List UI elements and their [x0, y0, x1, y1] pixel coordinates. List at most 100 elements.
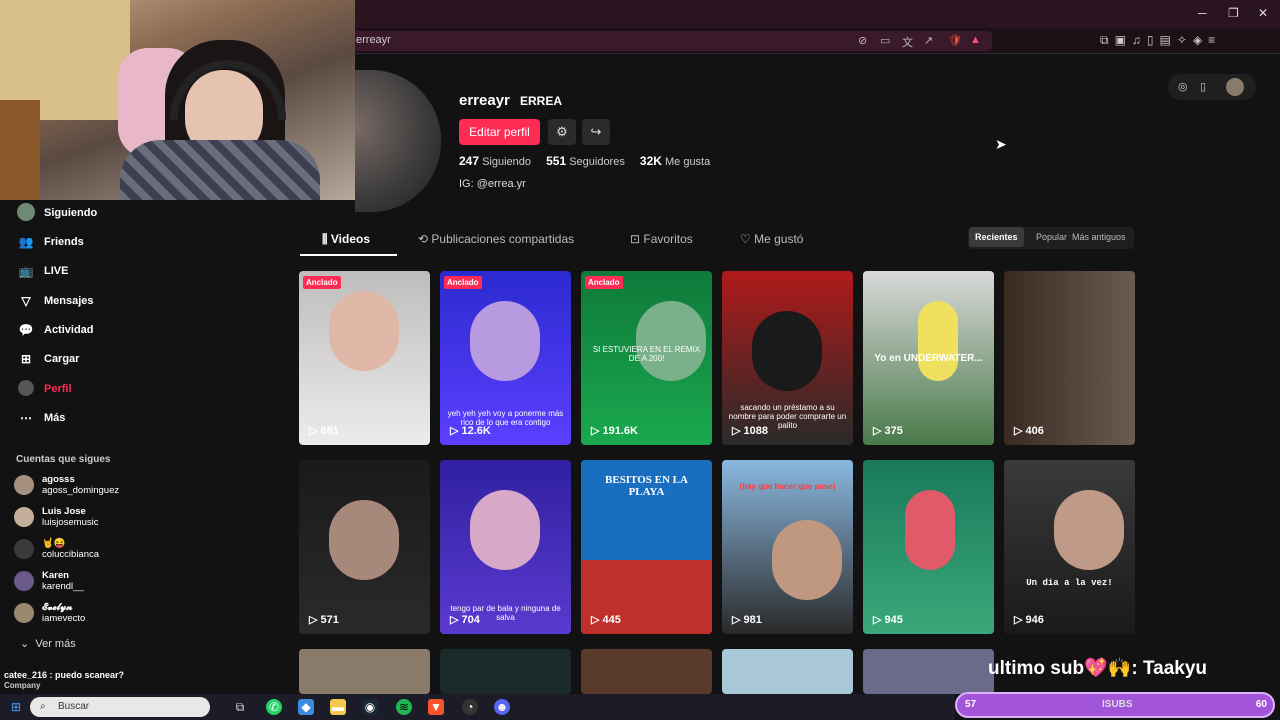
- last-sub-overlay: ultimo sub💖🙌: Taakyu: [988, 658, 1208, 679]
- video-tile[interactable]: ▷ 571: [299, 460, 430, 634]
- heart-outline-icon: ♡: [740, 232, 751, 246]
- video-tile[interactable]: [581, 649, 712, 694]
- followers-label[interactable]: Seguidores: [569, 156, 625, 168]
- tab-favorites[interactable]: ⊡ Favoritos: [630, 232, 693, 246]
- video-tile[interactable]: Anclado ▷ 681: [299, 271, 430, 445]
- video-tile[interactable]: Anclado SI ESTUVIERA EN EL REMIX DE A 20…: [581, 271, 712, 445]
- tab-liked[interactable]: ♡ Me gustó: [740, 232, 803, 246]
- wallet-icon[interactable]: ▤: [1160, 33, 1171, 48]
- sub-goal-label: ISUBS: [1102, 699, 1133, 710]
- user-avatar[interactable]: [1226, 78, 1244, 96]
- account-item[interactable]: agosss agoss_dominguez: [14, 472, 119, 498]
- tab-reposts[interactable]: ⟲ Publicaciones compartidas: [418, 232, 574, 246]
- video-tile[interactable]: [440, 649, 571, 694]
- sidebar-item-profile[interactable]: Perfil: [16, 378, 72, 400]
- video-caption: (hay que hacer que pase): [739, 482, 836, 491]
- file-explorer-icon[interactable]: ▬: [330, 699, 346, 715]
- sidebar-item-live[interactable]: 📺 LIVE: [16, 260, 69, 282]
- video-tile[interactable]: [299, 649, 430, 694]
- sidebar-item-friends[interactable]: 👥 Friends: [16, 231, 84, 253]
- compass-icon[interactable]: ◎: [1178, 80, 1188, 93]
- messages-icon: ▽: [21, 294, 31, 308]
- url-field[interactable]: erreayr ⊘ ▭ 文 ↗ 🛡 ▲: [340, 31, 992, 51]
- following-label[interactable]: Siguiendo: [482, 156, 531, 168]
- sort-recent-button[interactable]: Recientes: [969, 227, 1024, 247]
- account-handle: iamevecto: [42, 613, 86, 624]
- translate-icon[interactable]: 文: [902, 34, 913, 50]
- account-handle: karendl__: [42, 581, 84, 592]
- play-count: ▷ 946: [1014, 614, 1044, 626]
- video-tile[interactable]: BESITOS EN LA PLAYA ▷ 445: [581, 460, 712, 634]
- vpn-icon[interactable]: ◈: [1193, 33, 1202, 48]
- share-icon[interactable]: ↗: [924, 34, 933, 47]
- menu-icon[interactable]: ≡: [1208, 33, 1215, 48]
- video-tile[interactable]: Un dia a la vez! ▷ 946: [1004, 460, 1135, 634]
- video-tile[interactable]: [863, 649, 994, 694]
- sidebar-item-label: Actividad: [44, 324, 94, 336]
- sidebar-item-activity[interactable]: 💬 Actividad: [16, 319, 94, 341]
- maximize-button[interactable]: ❐: [1228, 6, 1239, 20]
- more-icon: ⋯: [20, 411, 32, 425]
- spotify-icon[interactable]: ≋: [396, 699, 412, 715]
- obs-icon[interactable]: ◔: [462, 699, 478, 715]
- pinned-badge: Anclado: [444, 276, 482, 289]
- close-window-button[interactable]: ✕: [1258, 6, 1268, 20]
- video-tile[interactable]: Anclado yeh yeh yeh voy a ponerme más ri…: [440, 271, 571, 445]
- screenshot-icon[interactable]: ▣: [1115, 33, 1126, 48]
- sidebar-item-upload[interactable]: ⊞ Cargar: [16, 348, 80, 370]
- play-count: ▷ 406: [1014, 425, 1044, 437]
- account-item[interactable]: Luis Jose luisjosemusic: [14, 504, 99, 530]
- tab-videos[interactable]: ⫼ Videos: [322, 232, 370, 247]
- cast-icon[interactable]: ▭: [880, 34, 890, 47]
- profile-avatar-large[interactable]: [355, 70, 441, 212]
- sidebar-item-more[interactable]: ⋯ Más: [16, 407, 65, 429]
- search-placeholder: Buscar: [58, 701, 90, 712]
- account-item[interactable]: Karen karendl__: [14, 568, 84, 594]
- video-tile[interactable]: ▷ 406: [1004, 271, 1135, 445]
- see-more-label: Ver más: [35, 638, 76, 650]
- profile-bio: IG: @errea.yr: [459, 178, 526, 190]
- chevron-down-icon: ⌄: [20, 638, 30, 650]
- sort-popular-button[interactable]: Popular: [1036, 232, 1067, 242]
- chat-text: catee_216 : puedo scanear?: [4, 670, 125, 680]
- video-tile[interactable]: [722, 649, 853, 694]
- video-tile[interactable]: (hay que hacer que pase) ▷ 981: [722, 460, 853, 634]
- account-item[interactable]: 🤘😝 coluccibianca: [14, 536, 99, 562]
- whatsapp-icon[interactable]: ✆: [266, 699, 282, 715]
- search-icon: ⌕: [40, 701, 46, 712]
- see-more-link[interactable]: ⌄ Ver más: [20, 637, 76, 650]
- discord-icon[interactable]: ☻: [494, 699, 510, 715]
- minimize-button[interactable]: ─: [1198, 6, 1207, 20]
- extension-puzzle-icon[interactable]: ⧉: [1100, 33, 1109, 48]
- steam-icon[interactable]: ◉: [362, 699, 378, 715]
- sidebar-item-label: Cargar: [44, 353, 80, 365]
- music-icon[interactable]: ♫: [1132, 33, 1141, 48]
- phone-icon[interactable]: ▯: [1200, 80, 1206, 93]
- play-count: ▷ 945: [873, 614, 903, 626]
- brave-rewards-icon[interactable]: ▲: [970, 34, 981, 46]
- sidebar-item-messages[interactable]: ▽ Mensajes: [16, 290, 93, 312]
- gear-icon: ⚙: [556, 124, 568, 139]
- task-view-icon[interactable]: ⧉: [232, 699, 248, 715]
- sidebar-item-following[interactable]: Siguiendo: [16, 202, 97, 224]
- video-tile[interactable]: tengo par de bala y ninguna de salva ▷ 7…: [440, 460, 571, 634]
- brave-icon[interactable]: ▼: [428, 699, 444, 715]
- account-item[interactable]: 𝓔𝓿𝓮𝓵𝔂𝓷 iamevecto: [14, 600, 85, 626]
- account-name: agosss: [42, 474, 75, 485]
- brave-shield-icon[interactable]: 🛡: [948, 34, 962, 47]
- taskbar-search[interactable]: ⌕ Buscar: [30, 697, 210, 717]
- video-tile[interactable]: Yo en UNDERWATER... ▷ 375: [863, 271, 994, 445]
- sidebar-toggle-icon[interactable]: ▯: [1147, 33, 1154, 48]
- video-tile[interactable]: ▷ 945: [863, 460, 994, 634]
- settings-button[interactable]: ⚙: [548, 119, 576, 145]
- sort-oldest-button[interactable]: Más antiguos: [1072, 232, 1126, 242]
- copilot-icon[interactable]: ◆: [298, 699, 314, 715]
- reader-icon[interactable]: ⊘: [858, 34, 867, 47]
- share-profile-button[interactable]: ↪: [582, 119, 610, 145]
- likes-label: Me gusta: [664, 156, 711, 168]
- sidebar-item-label: Más: [44, 412, 66, 424]
- edit-profile-button[interactable]: Editar perfil: [459, 119, 540, 145]
- leo-icon[interactable]: ✧: [1177, 33, 1187, 48]
- start-icon[interactable]: ⊞: [8, 699, 24, 715]
- video-tile[interactable]: sacando un préstamo a su nombre para pod…: [722, 271, 853, 445]
